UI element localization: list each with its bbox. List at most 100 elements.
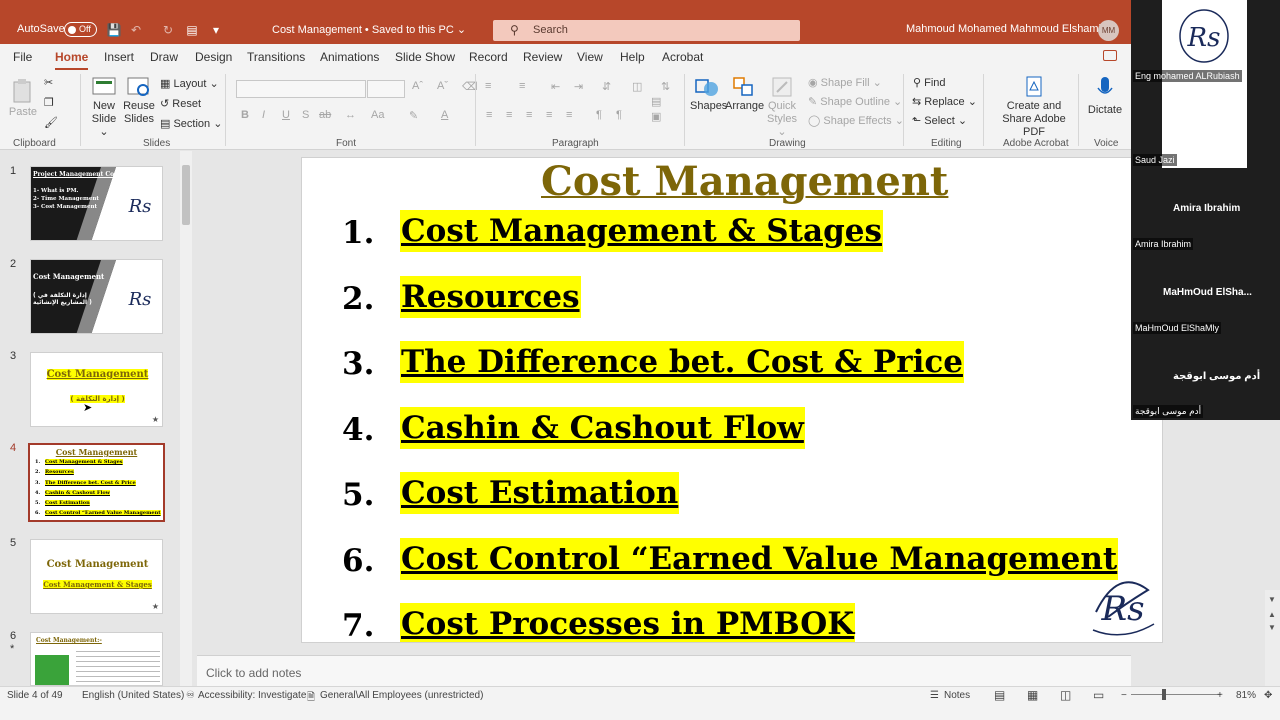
format-painter-icon[interactable]: 🖌 bbox=[44, 116, 58, 129]
increase-font-icon[interactable]: Aˆ bbox=[412, 80, 423, 92]
font-color-button[interactable]: A bbox=[441, 109, 448, 121]
notes-button[interactable]: Notes bbox=[944, 690, 970, 701]
italic-button[interactable]: I bbox=[262, 109, 265, 121]
tab-draw[interactable]: Draw bbox=[150, 50, 178, 64]
reset-button[interactable]: ↺ Reset bbox=[160, 97, 201, 110]
slide-thumbnail-5[interactable]: Cost Management Cost Management & Stages… bbox=[30, 539, 163, 614]
find-button[interactable]: ⚲ Find bbox=[913, 76, 946, 89]
slide-thumbnail-1[interactable]: Rs Project Management Course 1- What is … bbox=[30, 166, 163, 241]
columns-icon[interactable]: ◫ bbox=[632, 80, 642, 93]
avatar[interactable]: MM bbox=[1098, 20, 1119, 41]
tab-home[interactable]: Home bbox=[55, 50, 89, 70]
line-spacing-icon[interactable]: ⇵ bbox=[602, 80, 611, 93]
slide-thumbnail-2[interactable]: Rs Cost Management ( إدارة التكلفة في ال… bbox=[30, 259, 163, 334]
thumbnails-scrollbar[interactable] bbox=[180, 151, 192, 686]
align-right-icon[interactable]: ≡ bbox=[526, 109, 532, 121]
copy-icon[interactable]: ❐ bbox=[44, 96, 54, 109]
zoom-slider-track[interactable] bbox=[1131, 694, 1221, 695]
font-family-select[interactable] bbox=[236, 80, 366, 98]
search-box[interactable]: ⚲ Search bbox=[493, 20, 800, 41]
slide-item-text[interactable]: Cost Management & Stages bbox=[400, 210, 883, 252]
paste-button[interactable]: Paste bbox=[8, 78, 38, 119]
tab-record[interactable]: Record bbox=[469, 50, 508, 64]
replace-button[interactable]: ⇆ Replace ⌄ bbox=[912, 95, 977, 108]
zoom-level[interactable]: 81% bbox=[1236, 690, 1256, 701]
increase-indent-icon[interactable]: ⇥ bbox=[574, 80, 583, 93]
slide-thumbnail-6[interactable]: Cost Management:- bbox=[30, 632, 163, 686]
bullets-icon[interactable]: ≡ bbox=[485, 80, 491, 92]
tab-file[interactable]: File bbox=[13, 50, 32, 64]
change-case-button[interactable]: Aa bbox=[371, 109, 384, 121]
shape-fill-button[interactable]: ◉ Shape Fill ⌄ bbox=[808, 76, 882, 89]
shape-effects-button[interactable]: ◯ Shape Effects ⌄ bbox=[808, 114, 904, 127]
current-slide[interactable]: Cost Management 1. Cost Management & Stag… bbox=[301, 157, 1163, 643]
fit-to-window-icon[interactable]: ✥ bbox=[1264, 690, 1272, 701]
notes-pane[interactable]: Click to add notes bbox=[197, 655, 1131, 686]
align-text-icon[interactable]: ▤ bbox=[651, 95, 661, 108]
strikethrough-button[interactable]: ab bbox=[319, 109, 331, 121]
tab-slide-show[interactable]: Slide Show bbox=[395, 50, 455, 64]
shape-outline-button[interactable]: ✎ Shape Outline ⌄ bbox=[808, 95, 902, 108]
accessibility-status[interactable]: Accessibility: Investigate bbox=[198, 690, 306, 701]
slide-item-text[interactable]: Cost Estimation bbox=[400, 472, 680, 514]
decrease-indent-icon[interactable]: ⇤ bbox=[551, 80, 560, 93]
zoom-in-icon[interactable]: + bbox=[1217, 690, 1223, 701]
tab-animations[interactable]: Animations bbox=[320, 50, 379, 64]
slide-sorter-icon[interactable]: ▦ bbox=[1027, 688, 1038, 702]
prev-slide-icon[interactable]: ▲ bbox=[1268, 610, 1276, 619]
rtl-icon[interactable]: ¶ bbox=[596, 109, 602, 121]
distributed-icon[interactable]: ≡ bbox=[566, 109, 572, 121]
slide-item-text[interactable]: The Difference bet. Cost & Price bbox=[400, 341, 964, 383]
autosave-toggle[interactable]: Off bbox=[64, 22, 97, 37]
slide-item-text[interactable]: Resources bbox=[400, 276, 581, 318]
tab-insert[interactable]: Insert bbox=[104, 50, 134, 64]
sensitivity-label[interactable]: General\All Employees (unrestricted) bbox=[320, 690, 483, 701]
user-name[interactable]: Mahmoud Mohamed Mahmoud Elshamly bbox=[906, 23, 1107, 35]
slide-item-text[interactable]: Cashin & Cashout Flow bbox=[400, 407, 805, 449]
comments-icon[interactable] bbox=[1103, 50, 1117, 61]
redo-icon[interactable]: ↻ bbox=[160, 22, 176, 38]
slide-thumbnail-4[interactable]: Cost Management 1. Cost Management & Stag… bbox=[28, 443, 165, 522]
next-slide-icon[interactable]: ▼ bbox=[1268, 623, 1276, 632]
smartart-icon[interactable]: ▣ bbox=[651, 110, 661, 123]
arrange-button[interactable]: Arrange bbox=[725, 76, 764, 113]
slide-item-text[interactable]: Cost Processes in PMBOK bbox=[400, 603, 856, 642]
text-direction-icon[interactable]: ⇅ bbox=[661, 80, 670, 93]
quick-styles-button[interactable]: Quick Styles ⌄ bbox=[764, 76, 800, 139]
justify-icon[interactable]: ≡ bbox=[546, 109, 552, 121]
customize-qat-icon[interactable]: ▾ bbox=[208, 22, 224, 38]
cut-icon[interactable]: ✂ bbox=[44, 76, 53, 89]
numbering-icon[interactable]: ≡ bbox=[519, 80, 525, 92]
select-button[interactable]: ⬑ Select ⌄ bbox=[912, 114, 967, 127]
slide-thumbnail-3[interactable]: Cost Management ( إدارة التكلفة ) ➤ ★ bbox=[30, 352, 163, 427]
tab-transitions[interactable]: Transitions bbox=[247, 50, 305, 64]
tab-help[interactable]: Help bbox=[620, 50, 645, 64]
tab-view[interactable]: View bbox=[577, 50, 603, 64]
tab-review[interactable]: Review bbox=[523, 50, 562, 64]
undo-icon[interactable]: ↶ bbox=[128, 22, 144, 38]
save-icon[interactable]: 💾 bbox=[106, 22, 122, 38]
thumbnails-scroll-thumb[interactable] bbox=[182, 165, 190, 225]
slide-item-text[interactable]: Cost Control “Earned Value Management bbox=[400, 538, 1119, 580]
font-size-select[interactable] bbox=[367, 80, 405, 98]
language[interactable]: English (United States) bbox=[82, 690, 184, 701]
slide-scroll-controls[interactable]: ▼ ▲ ▼ bbox=[1265, 590, 1280, 686]
bold-button[interactable]: B bbox=[241, 109, 249, 121]
reuse-slides-button[interactable]: Reuse Slides bbox=[122, 76, 156, 126]
char-spacing-icon[interactable]: ↔ bbox=[345, 109, 356, 121]
highlight-icon[interactable]: ✎ bbox=[409, 109, 418, 122]
dictate-button[interactable]: Dictate bbox=[1085, 76, 1125, 117]
shadow-button[interactable]: S bbox=[302, 109, 309, 121]
reading-view-icon[interactable]: ◫ bbox=[1060, 688, 1071, 702]
align-center-icon[interactable]: ≡ bbox=[506, 109, 512, 121]
decrease-font-icon[interactable]: Aˇ bbox=[437, 80, 448, 92]
normal-view-icon[interactable]: ▤ bbox=[994, 688, 1005, 702]
slideshow-view-icon[interactable]: ▭ bbox=[1093, 688, 1104, 702]
scroll-down-icon[interactable]: ▼ bbox=[1268, 595, 1276, 604]
tab-acrobat[interactable]: Acrobat bbox=[662, 50, 703, 64]
section-button[interactable]: ▤ Section ⌄ bbox=[160, 117, 222, 130]
new-slide-button[interactable]: New Slide ⌄ bbox=[86, 76, 122, 139]
document-title[interactable]: Cost Management • Saved to this PC ⌄ bbox=[272, 23, 466, 36]
tab-design[interactable]: Design bbox=[195, 50, 232, 64]
shapes-button[interactable]: Shapes bbox=[690, 76, 727, 113]
